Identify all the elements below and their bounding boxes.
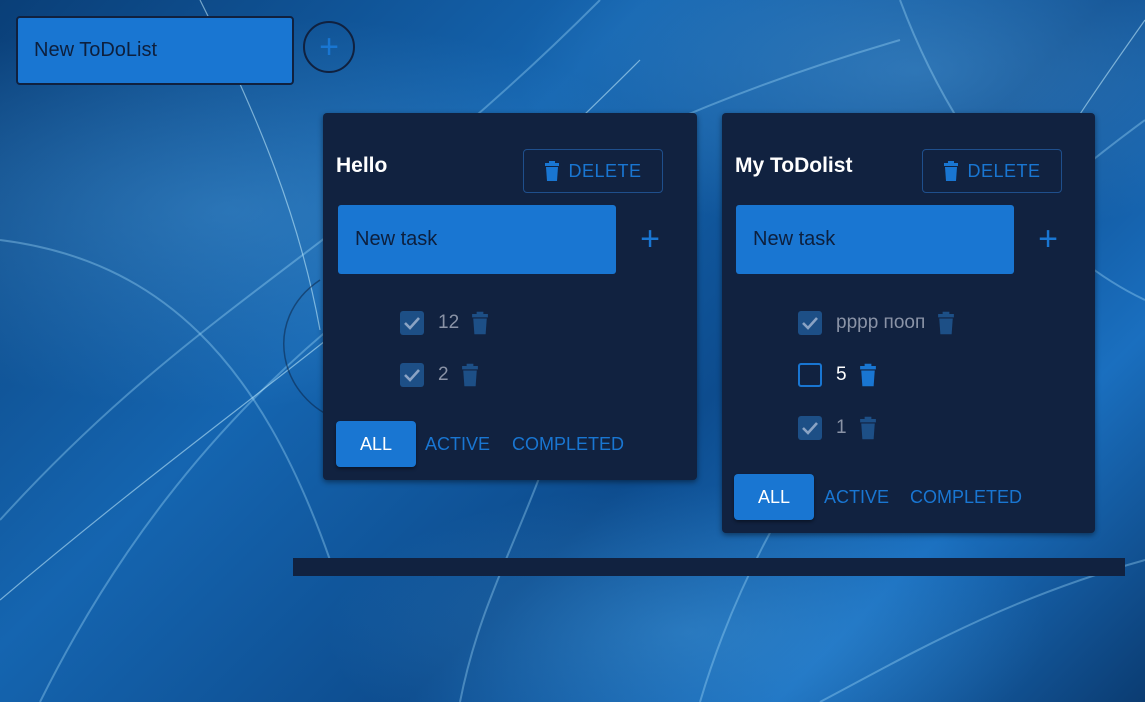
new-task-input[interactable]: New task [736,205,1014,274]
delete-list-button[interactable]: DELETE [523,149,663,193]
plus-icon: + [1038,220,1058,258]
check-icon [404,317,420,330]
filter-all-button[interactable]: ALL [336,421,416,467]
new-list-input[interactable]: New ToDoList [16,16,294,85]
trash-icon [472,311,489,335]
task-text: 5 [836,364,847,385]
task-text: 2 [438,364,449,385]
task-checkbox[interactable] [798,416,822,440]
filter-completed-button[interactable]: COMPLETED [910,474,1022,520]
task-checkbox[interactable] [400,311,424,335]
delete-task-button[interactable] [859,363,877,387]
trash-icon [944,161,959,181]
task-text: рррр пооп [836,312,926,333]
delete-label: DELETE [967,160,1041,181]
trash-icon [859,363,876,387]
add-list-button[interactable]: + [303,21,355,73]
trash-icon [461,363,478,387]
add-task-button[interactable]: + [628,217,672,261]
todolist-card-hello: Hello DELETE New task + 12 2 ALL ACTIVE … [323,113,697,480]
filter-active-button[interactable]: ACTIVE [824,474,889,520]
task-item: 2 [400,360,479,390]
plus-icon: + [640,220,660,258]
delete-task-button[interactable] [461,363,479,387]
filter-completed-button[interactable]: COMPLETED [512,421,624,467]
trash-icon [859,416,876,440]
check-icon [802,317,818,330]
task-checkbox[interactable] [400,363,424,387]
task-text: 1 [836,417,847,438]
delete-label: DELETE [568,160,642,181]
task-item: 12 [400,308,489,338]
check-icon [404,369,420,382]
delete-list-button[interactable]: DELETE [922,149,1062,193]
trash-icon [938,311,955,335]
filter-all-button[interactable]: ALL [734,474,814,520]
horizontal-scrollbar[interactable] [293,558,1125,576]
task-text: 12 [438,312,460,333]
delete-task-button[interactable] [471,311,489,335]
task-item: рррр пооп [798,308,955,338]
todolist-card-my-todolist: My ToDolist DELETE New task + рррр пооп [722,113,1095,533]
add-task-button[interactable]: + [1026,217,1070,261]
plus-icon: + [319,28,339,66]
delete-task-button[interactable] [859,416,877,440]
delete-task-button[interactable] [937,311,955,335]
task-checkbox[interactable] [798,363,822,387]
filter-active-button[interactable]: ACTIVE [425,421,490,467]
card-title: Hello [336,154,388,177]
task-checkbox[interactable] [798,311,822,335]
task-item: 1 [798,413,877,443]
new-task-input[interactable]: New task [338,205,616,274]
task-item: 5 [798,360,877,390]
trash-icon [545,161,560,181]
check-icon [802,422,818,435]
card-title: My ToDolist [735,154,853,177]
